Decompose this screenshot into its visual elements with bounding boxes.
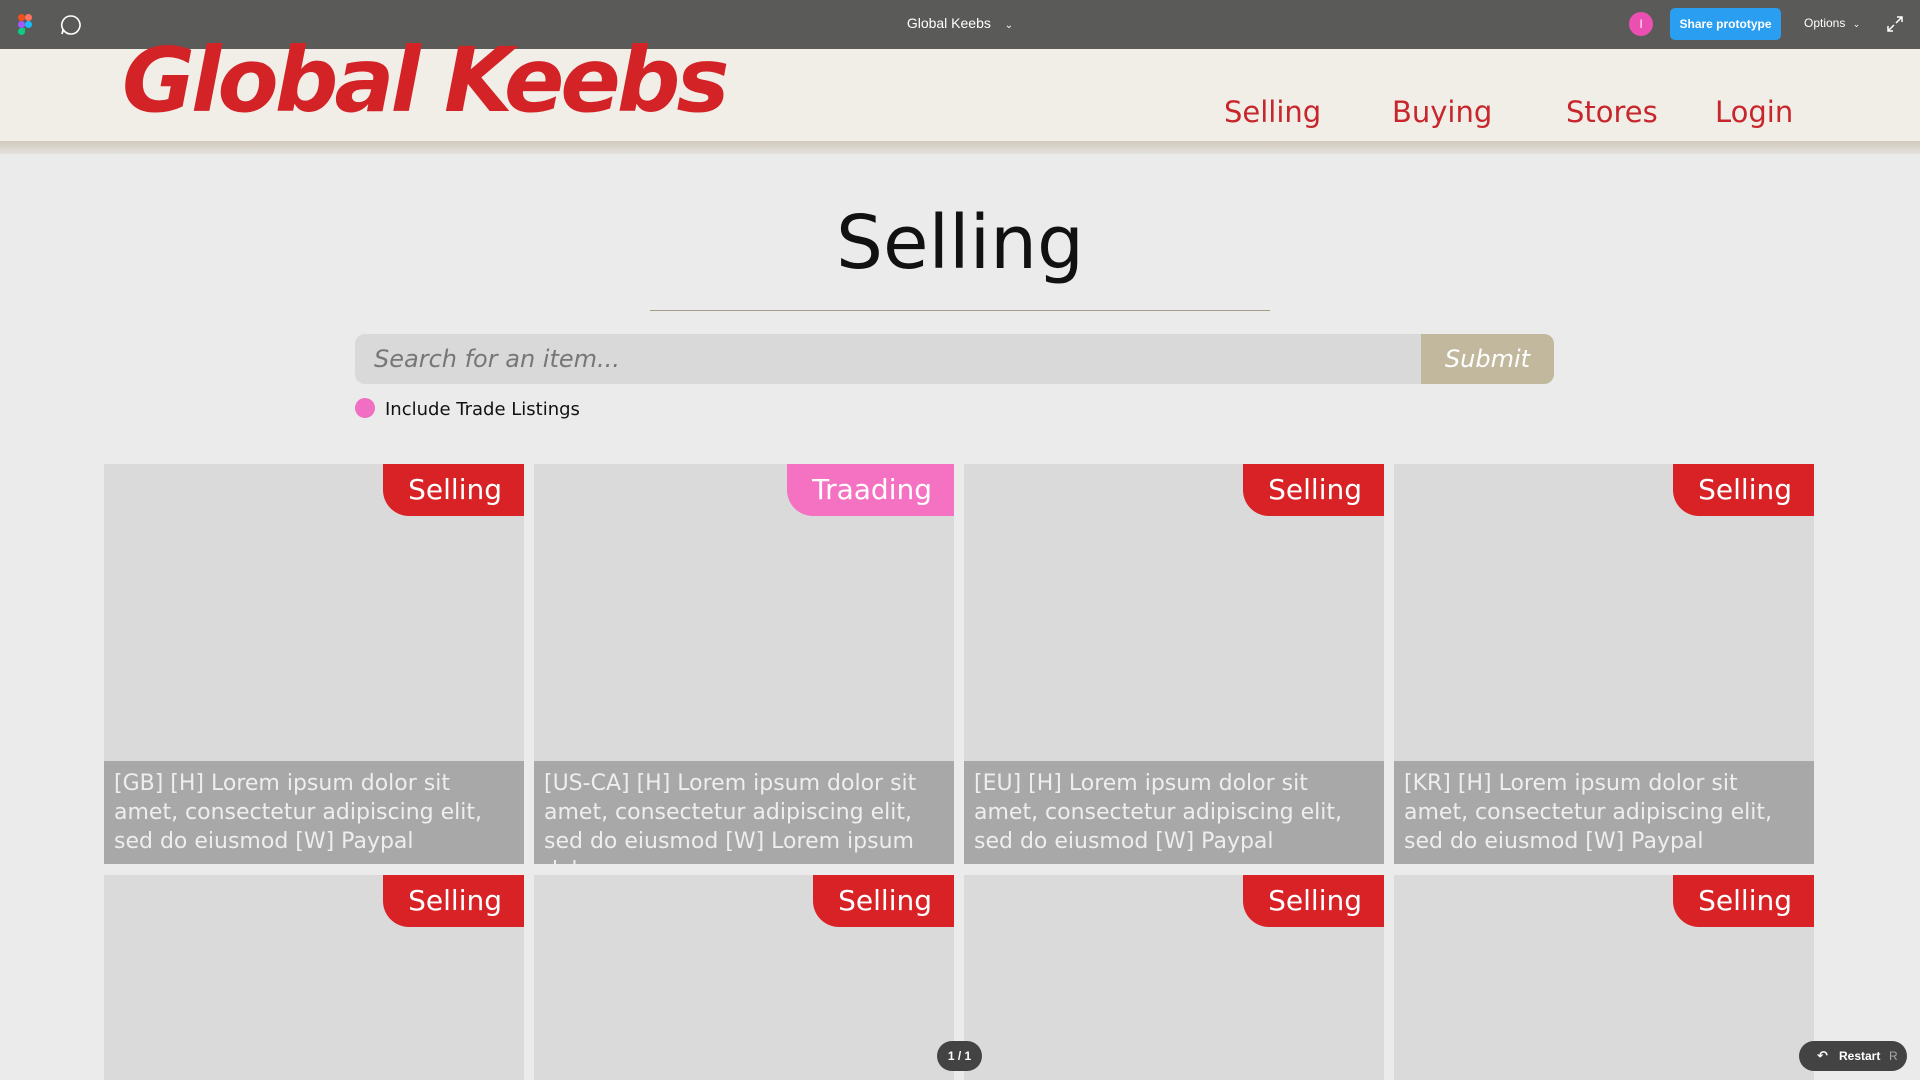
listing-card[interactable]: Selling (964, 875, 1384, 1080)
title-divider (650, 310, 1270, 311)
listing-caption: [KR] [H] Lorem ipsum dolor sit amet, con… (1394, 761, 1814, 864)
listing-caption: [EU] [H] Lorem ipsum dolor sit amet, con… (964, 761, 1384, 864)
file-title-label: Global Keebs (906, 15, 991, 31)
nav-item-buying[interactable]: Buying (1392, 95, 1492, 129)
site-logo[interactable]: Global Keebs (122, 36, 729, 125)
restart-shortcut: R (1889, 1049, 1898, 1063)
listing-card[interactable]: Selling [GB] [H] Lorem ipsum dolor sit a… (104, 464, 524, 864)
restart-arrow-icon: ↶ (1817, 1048, 1828, 1063)
listing-card[interactable]: Selling [EU] [H] Lorem ipsum dolor sit a… (964, 464, 1384, 864)
options-menu[interactable]: Options ⌄ (1804, 16, 1860, 30)
listing-badge: Selling (383, 875, 524, 927)
toggle-label: Include Trade Listings (385, 399, 580, 420)
listing-card[interactable]: Traading [US-CA] [H] Lorem ipsum dolor s… (534, 464, 954, 864)
submit-button[interactable]: Submit (1421, 334, 1554, 384)
toggle-radio[interactable] (355, 398, 375, 418)
chevron-down-icon: ⌄ (1852, 19, 1861, 29)
listing-caption: [GB] [H] Lorem ipsum dolor sit amet, con… (104, 761, 524, 864)
listing-card[interactable]: Selling [KR] [H] Lorem ipsum dolor sit a… (1394, 464, 1814, 864)
listing-badge: Selling (1243, 464, 1384, 516)
expand-icon[interactable] (1886, 15, 1904, 33)
listing-badge: Traading (787, 464, 954, 516)
page-counter: 1 / 1 (937, 1041, 982, 1071)
chevron-down-icon: ⌄ (1004, 20, 1014, 31)
listing-caption: [US-CA] [H] Lorem ipsum dolor sit amet, … (534, 761, 954, 864)
restart-label: Restart (1839, 1049, 1881, 1063)
listing-card[interactable]: Selling (534, 875, 954, 1080)
listing-badge: Selling (383, 464, 524, 516)
nav-item-stores[interactable]: Stores (1566, 95, 1658, 129)
listing-badge: Selling (1673, 464, 1814, 516)
nav-item-login[interactable]: Login (1715, 95, 1793, 129)
header-divider (0, 141, 1920, 154)
search-bar: Submit (355, 334, 1554, 384)
restart-button[interactable]: ↶ Restart R (1799, 1041, 1907, 1071)
avatar[interactable]: I (1629, 12, 1653, 36)
listing-badge: Selling (1673, 875, 1814, 927)
listing-badge: Selling (813, 875, 954, 927)
search-input[interactable] (355, 334, 1420, 384)
listing-card[interactable]: Selling (1394, 875, 1814, 1080)
share-prototype-button[interactable]: Share prototype (1670, 8, 1781, 40)
page-title: Selling (835, 200, 1085, 286)
options-label: Options (1804, 16, 1846, 30)
listing-card[interactable]: Selling (104, 875, 524, 1080)
listing-badge: Selling (1243, 875, 1384, 927)
nav-item-selling[interactable]: Selling (1224, 95, 1321, 129)
